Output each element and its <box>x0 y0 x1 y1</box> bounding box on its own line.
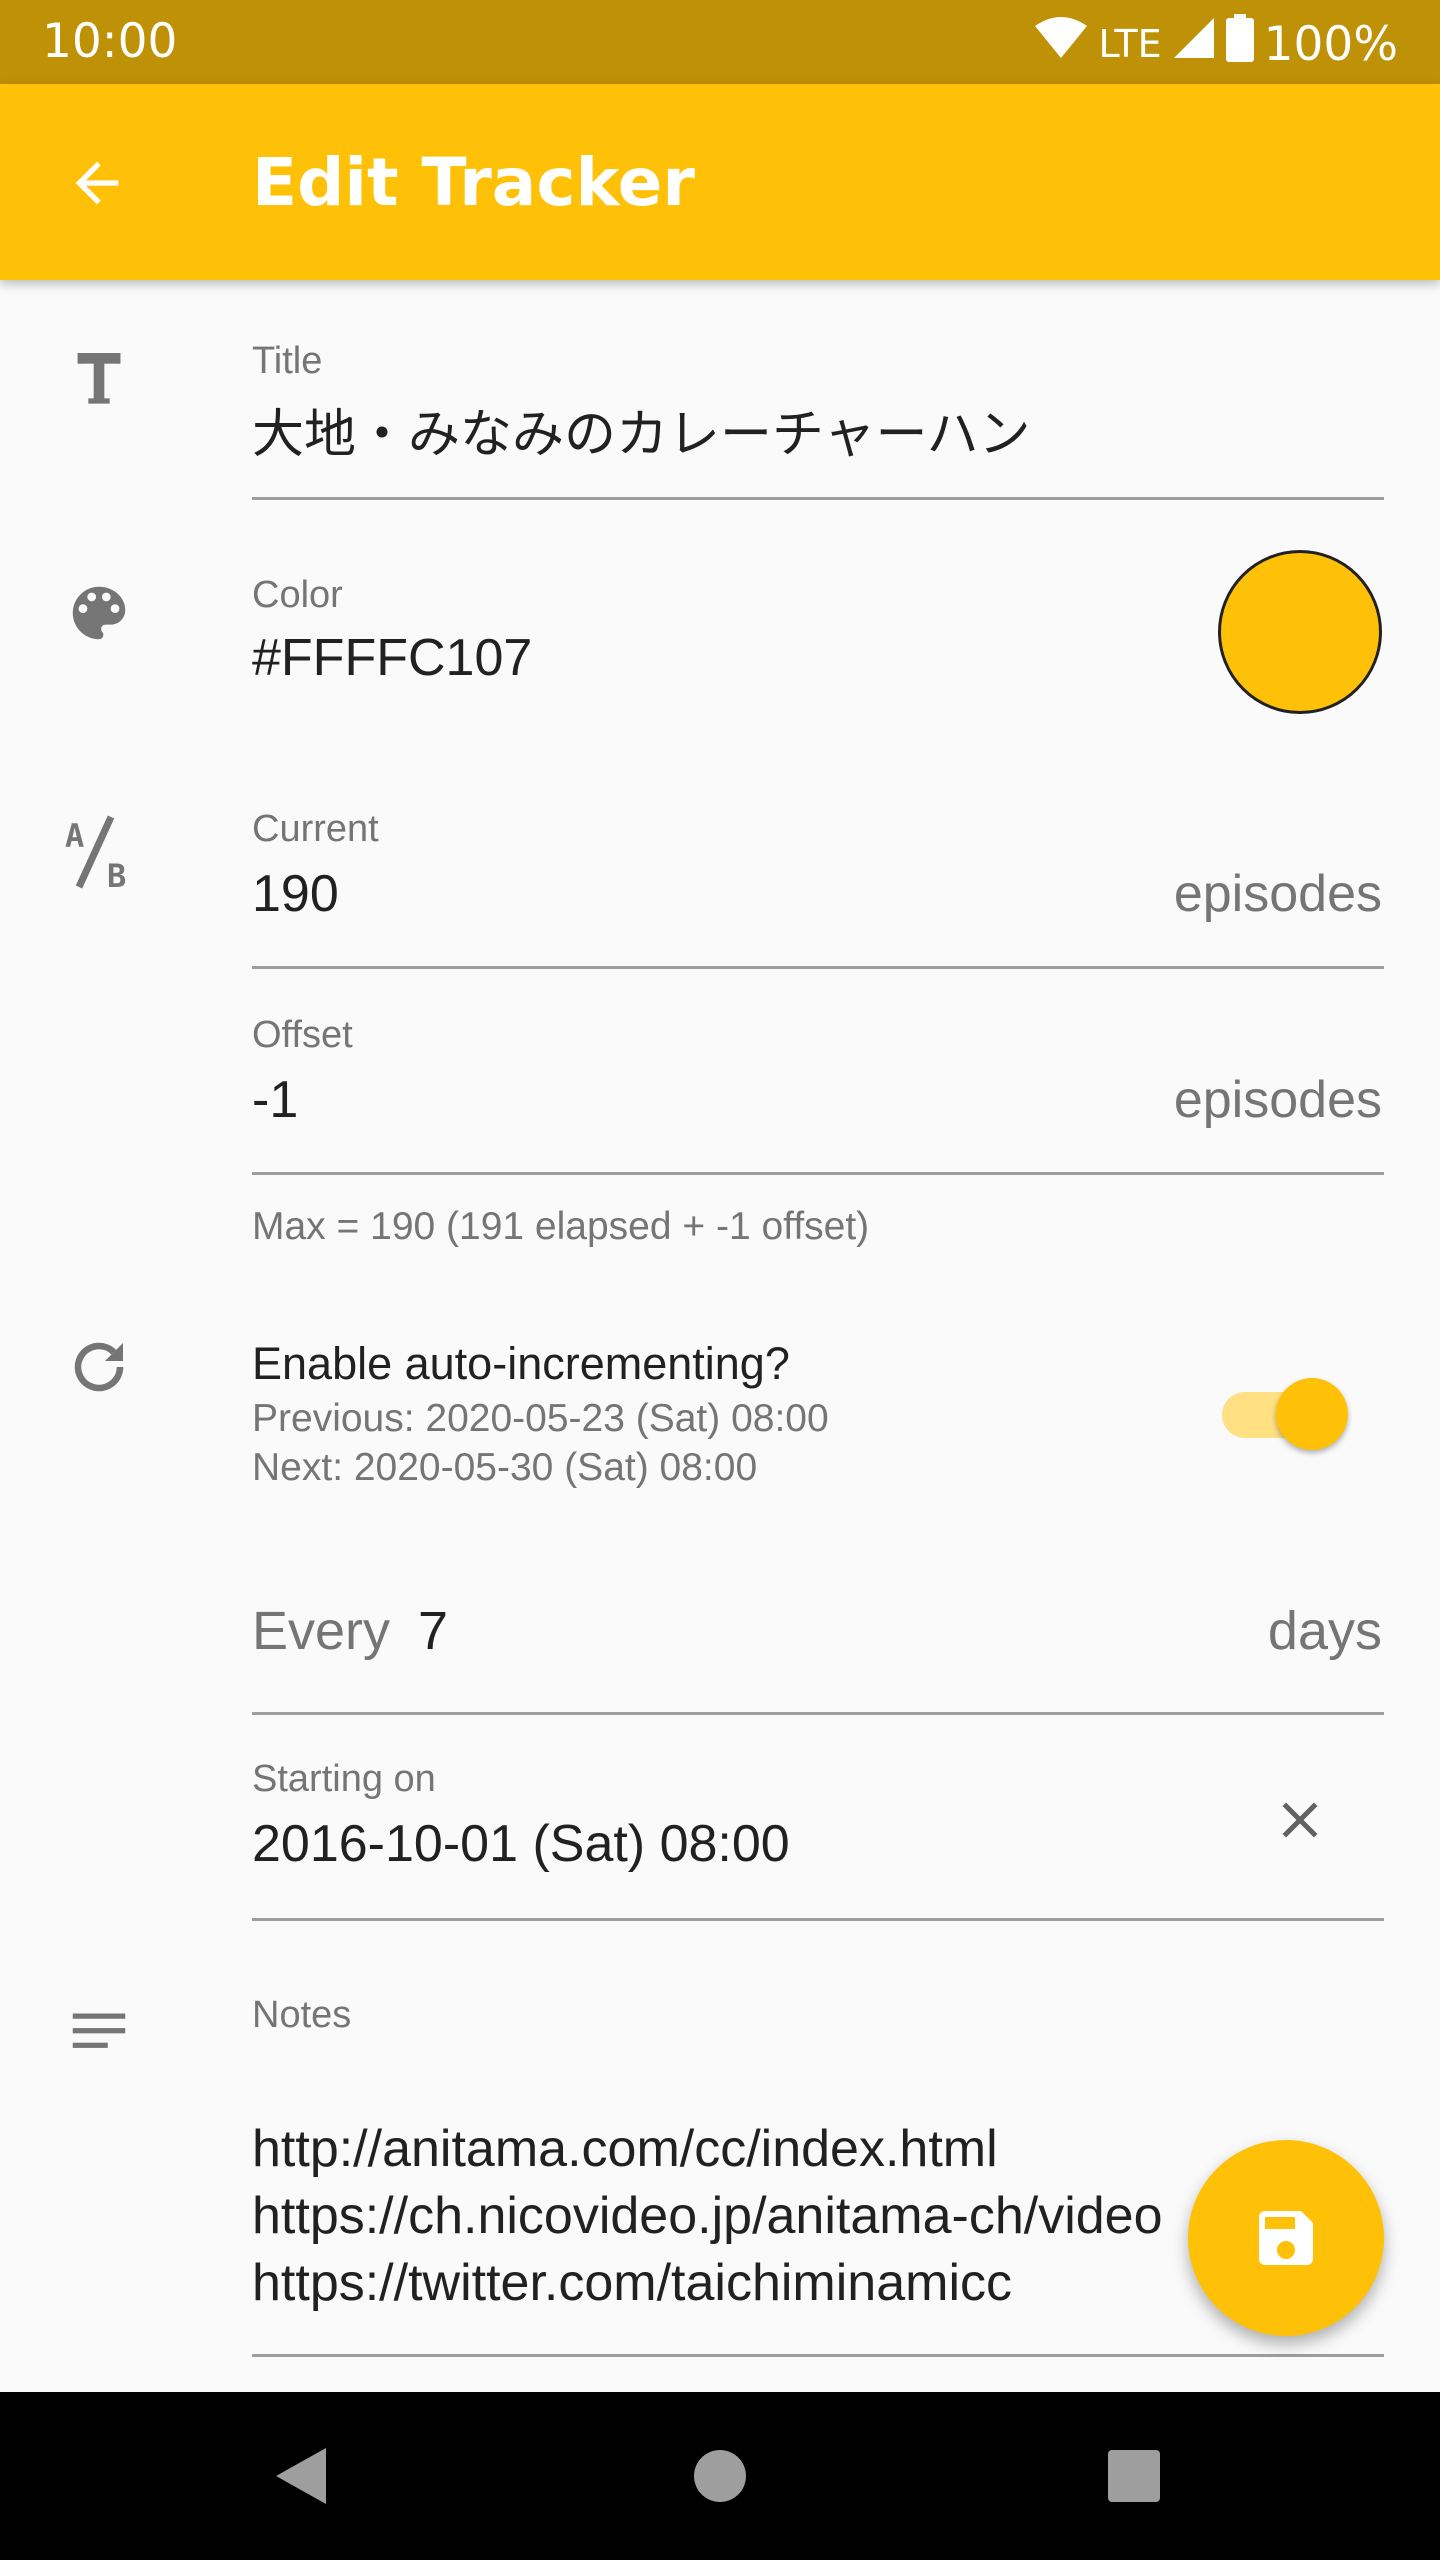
offset-underline <box>252 1172 1384 1175</box>
nav-back-button[interactable] <box>250 2426 350 2526</box>
save-button[interactable] <box>1188 2140 1384 2336</box>
battery-level: 100% <box>1263 16 1398 72</box>
offset-input[interactable]: -1 <box>252 1070 298 1130</box>
next-date: Next: 2020-05-30 (Sat) 08:00 <box>252 1446 758 1489</box>
svg-text:A: A <box>65 817 84 855</box>
offset-suffix: episodes <box>1173 1071 1382 1129</box>
current-label: Current <box>252 808 379 850</box>
current-suffix: episodes <box>1173 865 1382 923</box>
back-button[interactable] <box>42 138 152 228</box>
status-time: 10:00 <box>42 14 178 69</box>
fraction-icon: A B <box>54 806 144 896</box>
previous-date: Previous: 2020-05-23 (Sat) 08:00 <box>252 1397 829 1440</box>
circle-home-icon <box>694 2450 746 2502</box>
max-hint: Max = 190 (191 elapsed + -1 offset) <box>252 1205 870 1248</box>
signal-icon <box>1172 16 1216 72</box>
save-icon <box>1259 2211 1313 2265</box>
notes-underline <box>252 2354 1384 2357</box>
nav-home-button[interactable] <box>670 2426 770 2526</box>
color-label: Color <box>252 574 343 616</box>
title-input[interactable]: 大地・みなみのカレーチャーハン <box>252 392 1030 467</box>
network-type: LTE <box>1098 22 1162 66</box>
page-title: Edit Tracker <box>252 144 695 221</box>
offset-label: Offset <box>252 1014 353 1056</box>
clear-date-button[interactable] <box>1256 1776 1344 1864</box>
color-swatch[interactable] <box>1218 550 1382 714</box>
starting-on-underline <box>252 1918 1384 1921</box>
navigation-bar <box>0 2392 1440 2560</box>
arrow-back-icon <box>75 161 119 205</box>
app-bar: Edit Tracker <box>0 84 1440 280</box>
triangle-back-icon <box>276 2448 326 2504</box>
every-label: Every <box>252 1601 391 1661</box>
nav-recents-button[interactable] <box>1084 2426 1184 2526</box>
starting-on-label: Starting on <box>252 1758 436 1800</box>
every-underline <box>252 1712 1384 1715</box>
status-bar: 10:00 LTE 100% <box>0 0 1440 84</box>
svg-text:B: B <box>107 857 126 891</box>
current-input[interactable]: 190 <box>252 864 339 924</box>
notes-label: Notes <box>252 1994 352 2036</box>
color-input[interactable]: #FFFFC107 <box>252 628 532 688</box>
square-recents-icon <box>1108 2450 1160 2502</box>
wifi-icon <box>1034 16 1088 72</box>
battery-icon <box>1225 14 1254 74</box>
title-underline <box>252 497 1384 500</box>
every-input[interactable]: 7 <box>418 1600 448 1662</box>
palette-icon <box>54 568 144 658</box>
switch-thumb <box>1276 1378 1348 1450</box>
status-indicators: LTE 100% <box>1034 14 1398 74</box>
auto-increment-label: Enable auto-incrementing? <box>252 1338 790 1389</box>
close-icon <box>1282 1802 1318 1838</box>
auto-increment-switch[interactable] <box>1222 1378 1350 1450</box>
notes-line: http://anitama.com/cc/index.html <box>252 2120 998 2178</box>
starting-on-input[interactable]: 2016-10-01 (Sat) 08:00 <box>252 1814 790 1874</box>
current-underline <box>252 966 1384 969</box>
title-icon <box>54 332 144 422</box>
every-suffix: days <box>1267 1601 1382 1661</box>
refresh-icon <box>54 1322 144 1412</box>
notes-icon <box>54 1986 144 2076</box>
title-label: Title <box>252 340 323 382</box>
